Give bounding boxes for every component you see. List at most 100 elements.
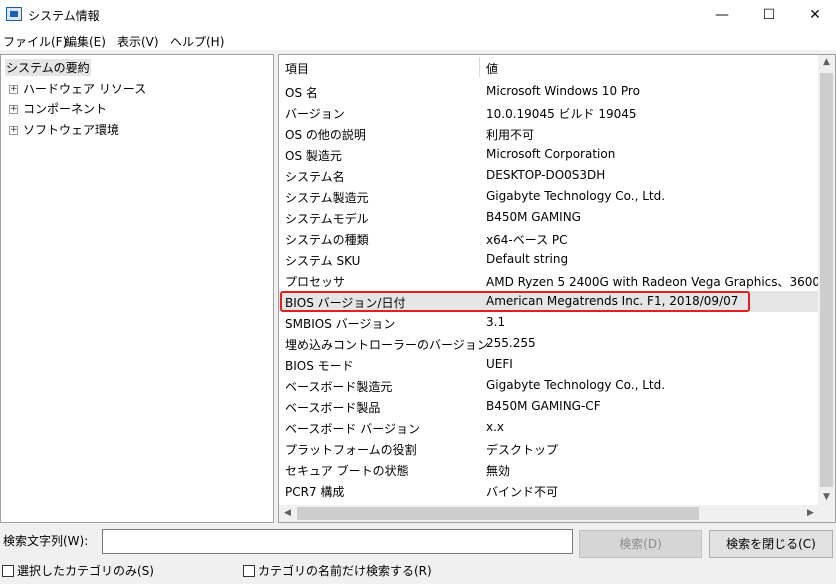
vertical-scrollbar[interactable]: ▲ ▼ [818, 55, 835, 506]
value-cell: デスクトップ [486, 443, 559, 457]
checkbox-box[interactable] [243, 565, 255, 577]
table-row[interactable]: SMBIOS バージョン 3.1 [279, 312, 819, 333]
table-row[interactable]: ベースボード バージョン x.x [279, 417, 819, 438]
vertical-scroll-thumb[interactable] [820, 73, 833, 487]
selected-category-only-checkbox[interactable]: 選択したカテゴリのみ(S) [2, 562, 154, 579]
value-cell: DESKTOP-DO0S3DH [486, 168, 606, 182]
tree-item-label: ハードウェア リソース [23, 82, 147, 96]
checkbox-box[interactable] [2, 565, 14, 577]
item-cell: プロセッサ [285, 275, 346, 289]
search-button[interactable]: 検索(D) [579, 530, 702, 558]
item-cell: セキュア ブートの状態 [285, 464, 409, 478]
item-cell: システム SKU [285, 254, 361, 268]
item-cell: 埋め込みコントローラーのバージョン [285, 338, 489, 352]
value-cell: Microsoft Windows 10 Pro [486, 84, 640, 98]
value-cell: 利用不可 [486, 128, 535, 142]
value-cell: Gigabyte Technology Co., Ltd. [486, 378, 666, 392]
system-info-app-icon [6, 7, 22, 21]
table-row[interactable]: バージョン 10.0.19045 ビルド 19045 [279, 102, 819, 123]
table-row[interactable]: 埋め込みコントローラーのバージョン 255.255 [279, 333, 819, 354]
menu-view[interactable]: 表示(V) [117, 33, 159, 50]
scroll-up-icon[interactable]: ▲ [818, 57, 835, 67]
table-row[interactable]: BIOS モード UEFI [279, 354, 819, 375]
expand-icon[interactable]: + [9, 85, 18, 94]
tree-item-components[interactable]: + コンポーネント [9, 100, 107, 117]
column-header-item[interactable]: 項目 [285, 60, 309, 77]
column-divider[interactable] [479, 57, 480, 77]
table-row[interactable]: OS の他の説明 利用不可 [279, 123, 819, 144]
item-cell: システム名 [285, 170, 345, 184]
tree-item-label: ソフトウェア環境 [23, 123, 120, 137]
expand-icon[interactable]: + [9, 105, 18, 114]
column-header-value[interactable]: 値 [486, 60, 498, 77]
table-row[interactable]: OS 名 Microsoft Windows 10 Pro [279, 81, 819, 102]
window-title: システム情報 [28, 9, 100, 23]
value-cell: バインド不可 [486, 485, 559, 499]
category-names-only-checkbox[interactable]: カテゴリの名前だけ検索する(R) [243, 562, 432, 579]
value-cell: x64-ベース PC [486, 233, 568, 247]
item-cell: ベースボード製品 [285, 401, 381, 415]
item-cell: OS 名 [285, 86, 318, 100]
details-table: OS 名 Microsoft Windows 10 Pro バージョン 10.0.19… [279, 81, 834, 501]
horizontal-scroll-thumb[interactable] [297, 507, 699, 520]
table-row[interactable]: ベースボード製造元 Gigabyte Technology Co., Ltd. [279, 375, 819, 396]
table-row[interactable]: OS 製造元 Microsoft Corporation [279, 144, 819, 165]
value-cell: Default string [486, 252, 569, 266]
value-cell: UEFI [486, 357, 513, 371]
details-pane: 項目 値 OS 名 Microsoft Windows 10 Pro バージョン 10… [278, 54, 836, 523]
item-cell: ベースボード バージョン [285, 422, 420, 436]
tree-item-label: コンポーネント [23, 102, 108, 116]
close-search-button[interactable]: 検索を閉じる(C) [709, 530, 833, 558]
table-row[interactable]: セキュア ブートの状態 無効 [279, 459, 819, 480]
scroll-right-icon[interactable]: ▶ [802, 508, 819, 518]
value-cell: x.x [486, 420, 505, 434]
table-row[interactable]: BIOS バージョン/日付 American Megatrends Inc. F1… [279, 291, 819, 312]
highlight-box [280, 291, 750, 312]
maximize-button[interactable]: ☐ [746, 0, 792, 30]
item-cell: バージョン [285, 107, 345, 121]
table-row[interactable]: システム SKU Default string [279, 249, 819, 270]
menu-file[interactable]: ファイル(F) [3, 33, 67, 50]
table-row[interactable]: システム名 DESKTOP-DO0S3DH [279, 165, 819, 186]
scroll-left-icon[interactable]: ◀ [279, 508, 296, 518]
table-row[interactable]: プラットフォームの役割 デスクトップ [279, 438, 819, 459]
scrollbar-corner [818, 505, 835, 522]
value-cell: 10.0.19045 ビルド 19045 [486, 107, 637, 121]
table-row[interactable]: システム製造元 Gigabyte Technology Co., Ltd. [279, 186, 819, 207]
close-button[interactable]: ✕ [792, 0, 836, 30]
tree-item-system-summary[interactable]: システムの要約 [5, 59, 91, 76]
value-cell: 3.1 [486, 315, 506, 329]
table-row[interactable]: PCR7 構成 バインド不可 [279, 480, 819, 501]
tree-item-software-environment[interactable]: + ソフトウェア環境 [9, 121, 119, 138]
value-cell: B450M GAMING [486, 210, 581, 224]
item-cell: SMBIOS バージョン [285, 317, 396, 331]
value-cell: 255.255 [486, 336, 536, 350]
checkbox-label: カテゴリの名前だけ検索する(R) [258, 564, 432, 578]
item-cell: ベースボード製造元 [285, 380, 393, 394]
horizontal-scrollbar[interactable]: ◀ ▶ [279, 505, 820, 522]
search-input[interactable] [102, 529, 573, 554]
item-cell: システムモデル [285, 212, 369, 226]
menu-edit[interactable]: 編集(E) [65, 33, 106, 50]
item-cell: PCR7 構成 [285, 485, 345, 499]
value-cell: Gigabyte Technology Co., Ltd. [486, 189, 666, 203]
table-row[interactable]: プロセッサ AMD Ryzen 5 2400G with Radeon Vega … [279, 270, 834, 291]
checkbox-label: 選択したカテゴリのみ(S) [17, 564, 154, 578]
value-cell: Microsoft Corporation [486, 147, 616, 161]
value-cell: AMD Ryzen 5 2400G with Radeon Vega Graph… [486, 275, 835, 289]
table-row[interactable]: システムの種類 x64-ベース PC [279, 228, 819, 249]
menu-bar: ファイル(F) 編集(E) 表示(V) ヘルプ(H) [0, 30, 836, 50]
scroll-down-icon[interactable]: ▼ [818, 492, 835, 502]
minimize-button[interactable]: — [699, 0, 745, 30]
menu-help[interactable]: ヘルプ(H) [170, 33, 224, 50]
tree-item-hardware-resources[interactable]: + ハードウェア リソース [9, 80, 146, 97]
item-cell: システムの種類 [285, 233, 369, 247]
expand-icon[interactable]: + [9, 126, 18, 135]
category-tree: システムの要約 + ハードウェア リソース + コンポーネント + ソフトウェア環境 [0, 54, 274, 523]
table-row[interactable]: システムモデル B450M GAMING [279, 207, 819, 228]
item-cell: BIOS モード [285, 359, 354, 373]
table-row[interactable]: ベースボード製品 B450M GAMING-CF [279, 396, 819, 417]
search-label: 検索文字列(W): [3, 534, 89, 548]
item-cell: OS の他の説明 [285, 128, 366, 142]
value-cell: B450M GAMING-CF [486, 399, 601, 413]
